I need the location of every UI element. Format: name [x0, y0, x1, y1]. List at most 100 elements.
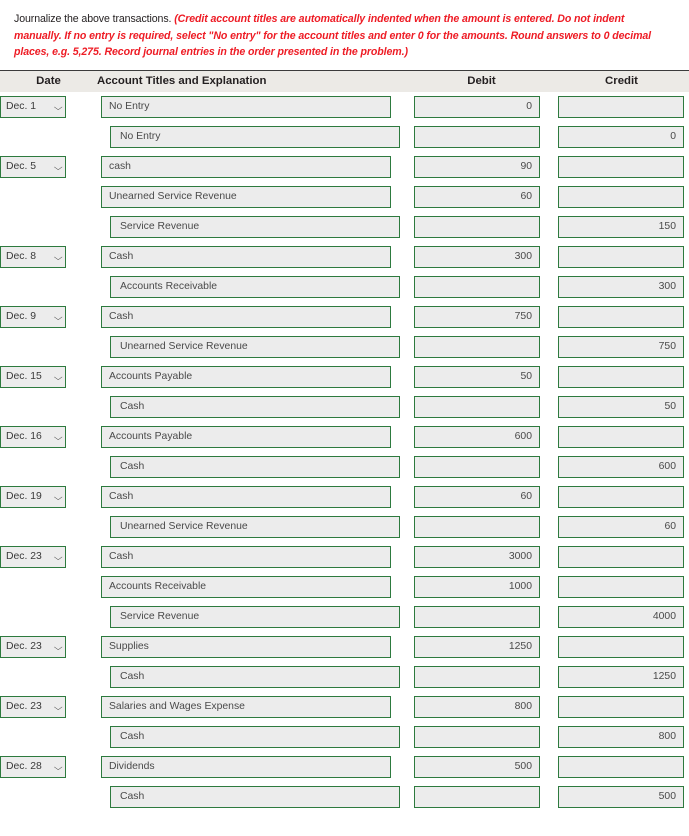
debit-cell: 800 — [409, 692, 554, 722]
account-title-input[interactable]: Cash — [101, 486, 391, 508]
date-select[interactable]: Dec. 15 ⌵ — [0, 366, 66, 388]
account-title-input[interactable]: Cash — [110, 666, 400, 688]
date-cell-empty — [0, 214, 66, 236]
credit-amount-input[interactable] — [558, 636, 684, 658]
debit-amount-input[interactable] — [414, 516, 540, 538]
debit-amount-input[interactable]: 90 — [414, 156, 540, 178]
debit-cell — [409, 512, 554, 542]
credit-amount-input[interactable] — [558, 156, 684, 178]
debit-amount-input[interactable] — [414, 726, 540, 748]
debit-amount-input[interactable]: 60 — [414, 186, 540, 208]
account-title-input[interactable]: Accounts Receivable — [110, 276, 400, 298]
account-title-input[interactable]: Accounts Receivable — [101, 576, 391, 598]
date-select[interactable]: Dec. 23 ⌵ — [0, 696, 66, 718]
account-title-input[interactable]: Cash — [110, 396, 400, 418]
credit-amount-input[interactable] — [558, 426, 684, 448]
credit-amount-input[interactable]: 150 — [558, 216, 684, 238]
credit-amount-input[interactable]: 500 — [558, 786, 684, 808]
account-title-input[interactable]: Dividends — [101, 756, 391, 778]
date-select-value: Dec. 19 — [6, 491, 42, 502]
credit-amount-input[interactable] — [558, 546, 684, 568]
journal-row: Service Revenue 4000 — [0, 602, 689, 632]
account-title-input[interactable]: Cash — [101, 546, 391, 568]
debit-amount-input[interactable] — [414, 336, 540, 358]
account-title-input[interactable]: Unearned Service Revenue — [110, 336, 400, 358]
debit-amount-input[interactable]: 1000 — [414, 576, 540, 598]
account-title-input[interactable]: Accounts Payable — [101, 366, 391, 388]
account-title-input[interactable]: Unearned Service Revenue — [101, 186, 391, 208]
debit-amount-input[interactable]: 600 — [414, 426, 540, 448]
credit-amount-input[interactable] — [558, 486, 684, 508]
credit-amount-input[interactable] — [558, 696, 684, 718]
debit-amount-input[interactable]: 0 — [414, 96, 540, 118]
date-select[interactable]: Dec. 19 ⌵ — [0, 486, 66, 508]
debit-amount-input[interactable] — [414, 126, 540, 148]
account-cell: Accounts Receivable — [97, 572, 409, 602]
debit-amount-input[interactable]: 3000 — [414, 546, 540, 568]
account-title-input[interactable]: No Entry — [110, 126, 400, 148]
debit-amount-input[interactable] — [414, 276, 540, 298]
account-title-input[interactable]: Unearned Service Revenue — [110, 516, 400, 538]
account-cell: No Entry — [97, 92, 409, 122]
date-cell: Dec. 16 ⌵ — [0, 422, 97, 452]
credit-amount-input[interactable]: 50 — [558, 396, 684, 418]
debit-cell — [409, 602, 554, 632]
credit-amount-input[interactable]: 1250 — [558, 666, 684, 688]
date-cell-empty — [0, 514, 66, 536]
account-title-input[interactable]: Accounts Payable — [101, 426, 391, 448]
account-title-input[interactable]: cash — [101, 156, 391, 178]
date-select[interactable]: Dec. 28 ⌵ — [0, 756, 66, 778]
credit-amount-input[interactable] — [558, 186, 684, 208]
journal-row: Unearned Service Revenue 60 — [0, 182, 689, 212]
account-title-input[interactable]: Cash — [110, 726, 400, 748]
debit-amount-input[interactable] — [414, 396, 540, 418]
account-title-input[interactable]: Cash — [101, 246, 391, 268]
credit-amount-input[interactable]: 4000 — [558, 606, 684, 628]
credit-amount-input[interactable]: 0 — [558, 126, 684, 148]
credit-amount-input[interactable]: 750 — [558, 336, 684, 358]
debit-amount-input[interactable] — [414, 666, 540, 688]
account-title-input[interactable]: Cash — [110, 786, 400, 808]
credit-amount-input[interactable]: 60 — [558, 516, 684, 538]
date-select[interactable]: Dec. 23 ⌵ — [0, 546, 66, 568]
account-title-input[interactable]: Service Revenue — [110, 606, 400, 628]
date-cell — [0, 272, 97, 302]
credit-amount-input[interactable] — [558, 576, 684, 598]
account-title-input[interactable]: Cash — [110, 456, 400, 478]
credit-amount-input[interactable]: 800 — [558, 726, 684, 748]
debit-amount-input[interactable]: 800 — [414, 696, 540, 718]
account-title-input[interactable]: No Entry — [101, 96, 391, 118]
debit-amount-input[interactable] — [414, 786, 540, 808]
date-select[interactable]: Dec. 9 ⌵ — [0, 306, 66, 328]
credit-amount-input[interactable] — [558, 756, 684, 778]
date-cell-empty — [0, 334, 66, 356]
debit-amount-input[interactable] — [414, 606, 540, 628]
account-title-input[interactable]: Cash — [101, 306, 391, 328]
chevron-down-icon: ⌵ — [53, 252, 63, 262]
date-select-value: Dec. 8 — [6, 251, 37, 262]
date-select[interactable]: Dec. 1 ⌵ — [0, 96, 66, 118]
debit-amount-input[interactable] — [414, 456, 540, 478]
account-title-input[interactable]: Service Revenue — [110, 216, 400, 238]
date-select[interactable]: Dec. 16 ⌵ — [0, 426, 66, 448]
account-title-input[interactable]: Supplies — [101, 636, 391, 658]
credit-amount-input[interactable] — [558, 306, 684, 328]
debit-amount-input[interactable]: 750 — [414, 306, 540, 328]
credit-amount-input[interactable]: 600 — [558, 456, 684, 478]
debit-amount-input[interactable] — [414, 216, 540, 238]
debit-amount-input[interactable]: 60 — [414, 486, 540, 508]
credit-amount-input[interactable] — [558, 96, 684, 118]
date-select[interactable]: Dec. 23 ⌵ — [0, 636, 66, 658]
date-select[interactable]: Dec. 5 ⌵ — [0, 156, 66, 178]
debit-amount-input[interactable]: 1250 — [414, 636, 540, 658]
credit-amount-input[interactable] — [558, 366, 684, 388]
debit-cell — [409, 392, 554, 422]
debit-amount-input[interactable]: 500 — [414, 756, 540, 778]
credit-amount-input[interactable] — [558, 246, 684, 268]
account-title-input[interactable]: Salaries and Wages Expense — [101, 696, 391, 718]
date-select[interactable]: Dec. 8 ⌵ — [0, 246, 66, 268]
credit-amount-input[interactable]: 300 — [558, 276, 684, 298]
debit-amount-input[interactable]: 50 — [414, 366, 540, 388]
date-cell — [0, 572, 97, 602]
debit-amount-input[interactable]: 300 — [414, 246, 540, 268]
